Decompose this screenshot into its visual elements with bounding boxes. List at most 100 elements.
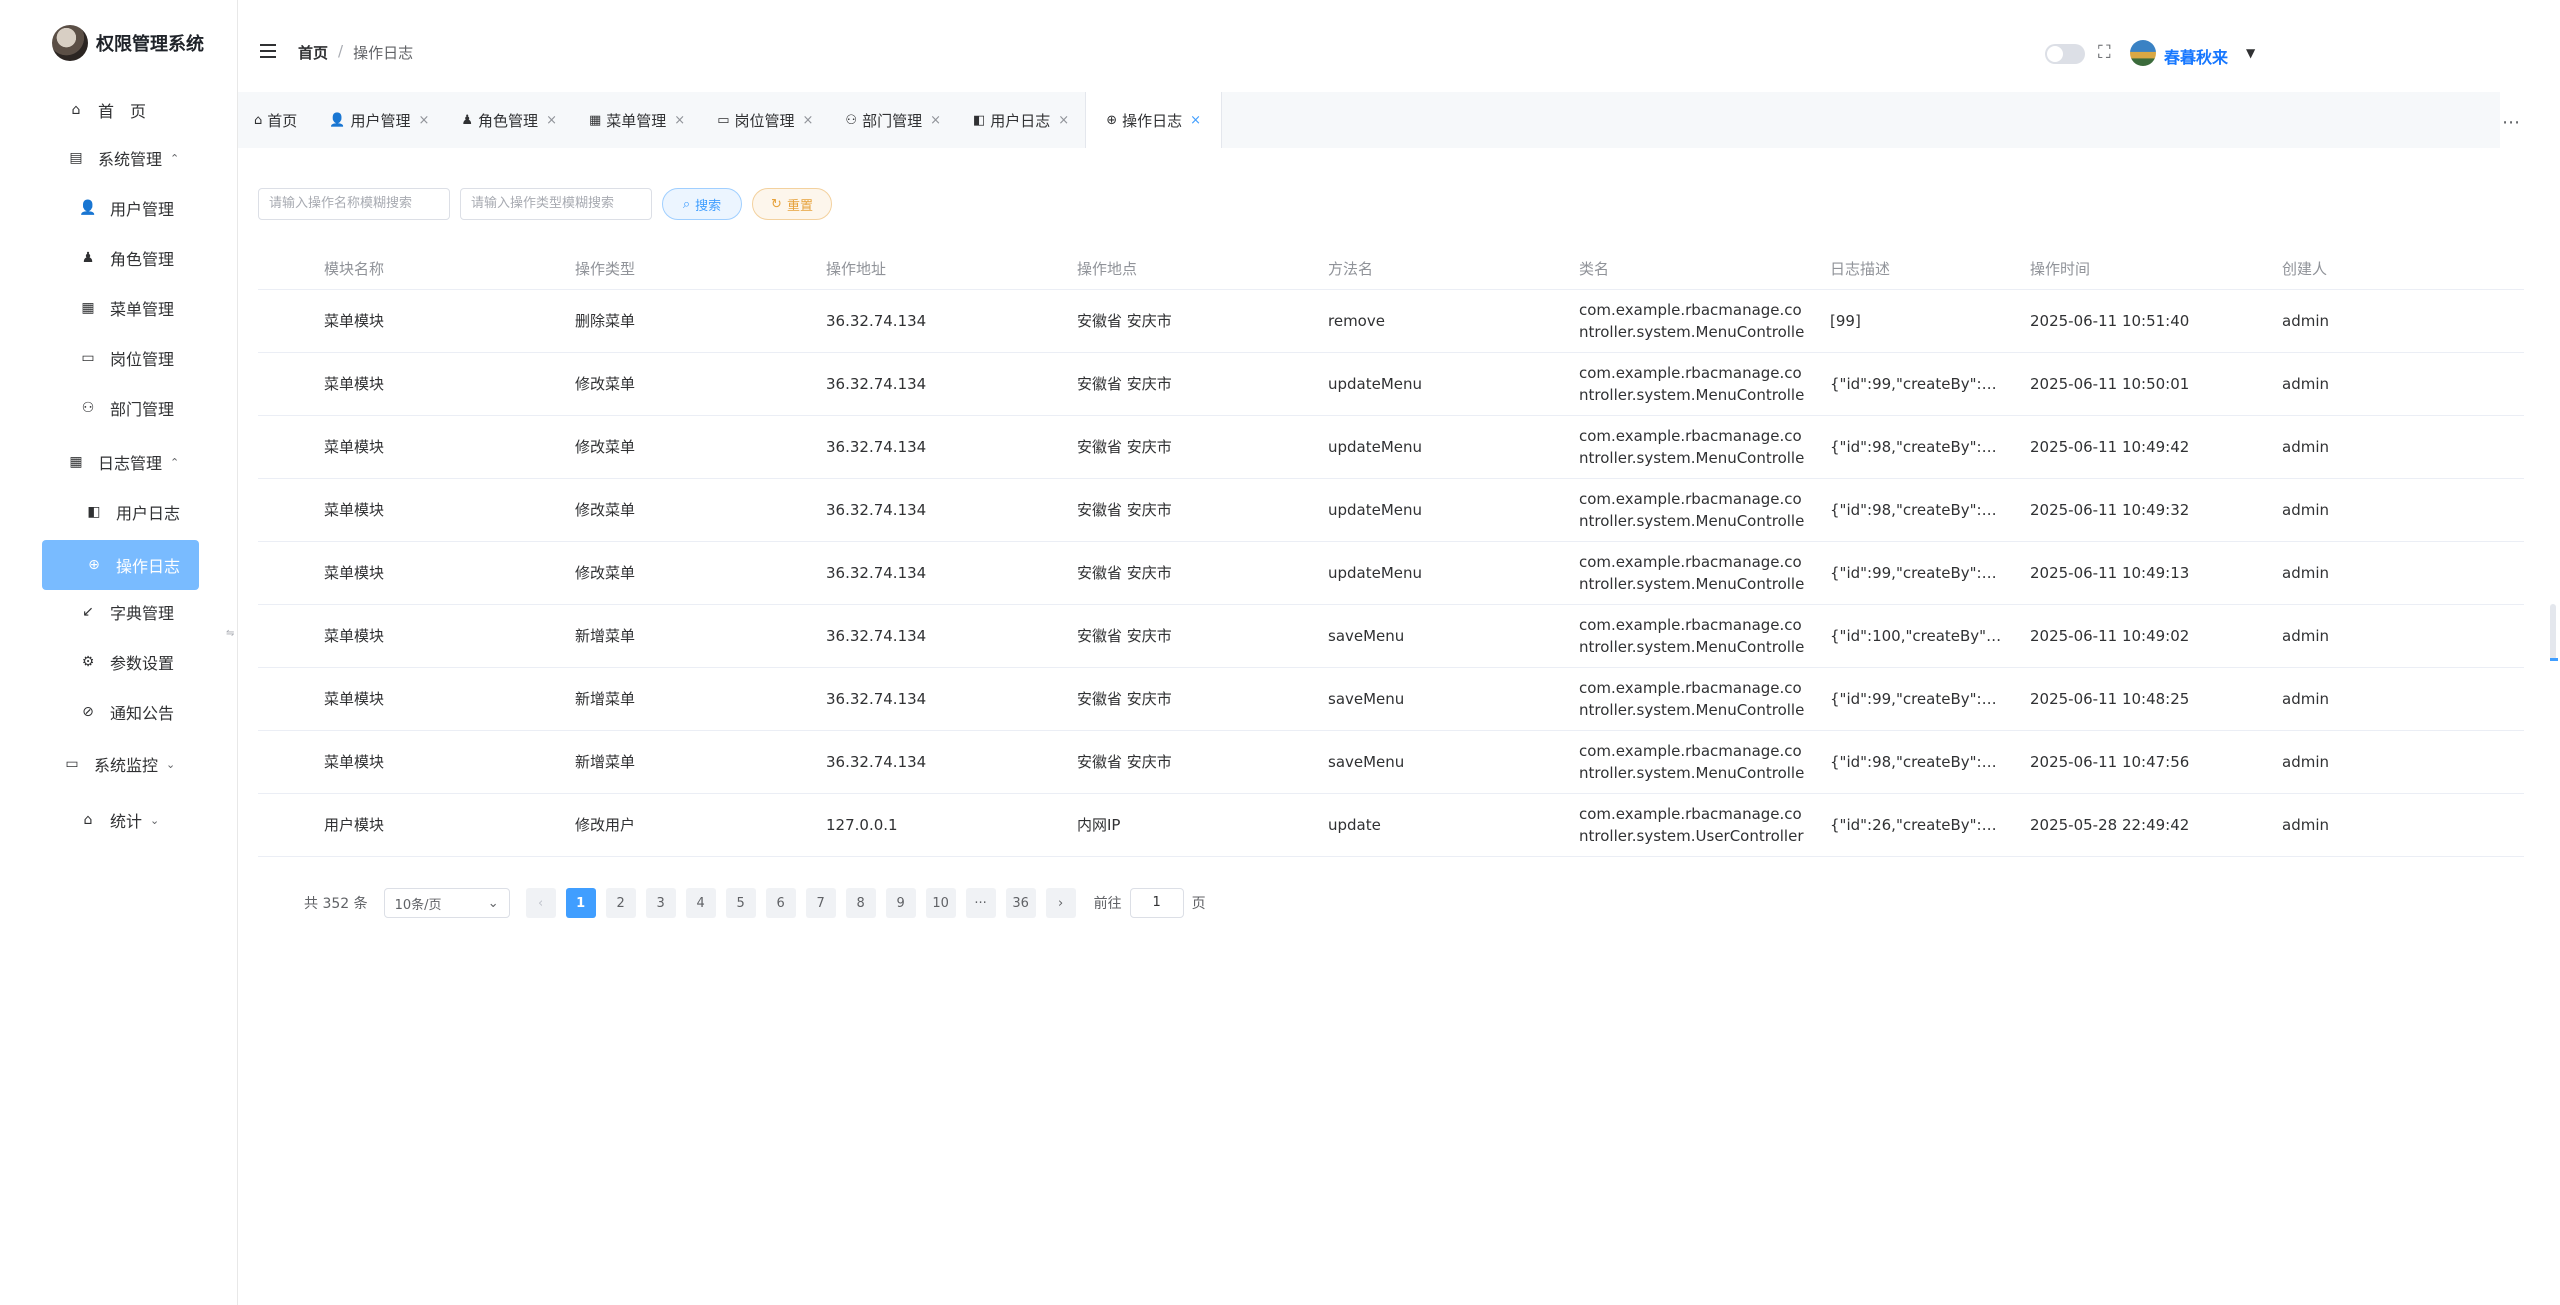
- table-row[interactable]: 菜单模块 修改菜单 36.32.74.134 安徽省 安庆市 updateMenu com…: [258, 353, 2524, 416]
- close-icon[interactable]: ×: [418, 113, 429, 128]
- close-icon[interactable]: ×: [1190, 113, 1201, 128]
- table-cell: 2025-06-11 10:49:42: [2030, 438, 2190, 456]
- table-row[interactable]: 菜单模块 新增菜单 36.32.74.134 安徽省 安庆市 saveMenu com.e…: [258, 731, 2524, 794]
- page-button[interactable]: 7: [805, 888, 836, 918]
- pagination-total: 共 352 条: [304, 896, 368, 912]
- column-header: 操作时间: [2030, 259, 2091, 278]
- table-cell: admin: [2282, 816, 2329, 834]
- caret-down-icon[interactable]: ▼: [2246, 46, 2255, 60]
- close-icon[interactable]: ×: [674, 113, 685, 128]
- sidebar-item-4[interactable]: ♟ 角色管理: [80, 246, 174, 270]
- table-cell: updateMenu: [1328, 501, 1423, 519]
- breadcrumb-home[interactable]: 首页: [298, 42, 328, 63]
- tab-4[interactable]: ▦ 菜单管理 ×: [573, 92, 701, 148]
- table-header: 模块名称 操作类型 操作地址 操作地点 方法名 类名 日志描述 操作时间 创建人: [258, 248, 2524, 290]
- operation-type-search-input[interactable]: 请输入操作类型模糊搜索: [460, 188, 652, 220]
- table-cell: updateMenu: [1328, 564, 1423, 582]
- next-page-button[interactable]: ›: [1045, 888, 1076, 918]
- sidebar-item-1[interactable]: ⌂ 首 页: [68, 98, 146, 122]
- column-header: 创建人: [2282, 259, 2328, 278]
- collapse-handle-icon[interactable]: ⇋: [226, 628, 234, 639]
- search-button[interactable]: ⌕ 搜索: [662, 188, 742, 220]
- table-cell: 用户模块: [324, 816, 385, 834]
- home-icon: ⌂: [71, 102, 81, 118]
- sidebar-item-11[interactable]: ↙ 字典管理: [80, 600, 174, 624]
- table-cell: com.example.rbacmanage.controller.system…: [1579, 301, 1805, 341]
- table-row[interactable]: 菜单模块 新增菜单 36.32.74.134 安徽省 安庆市 saveMenu com.e…: [258, 668, 2524, 731]
- user-avatar[interactable]: [2130, 40, 2156, 66]
- table-row[interactable]: 菜单模块 新增菜单 36.32.74.134 安徽省 安庆市 saveMenu com.e…: [258, 605, 2524, 668]
- goto-page-input[interactable]: 1: [1129, 888, 1184, 918]
- close-icon[interactable]: ×: [546, 113, 557, 128]
- tab-6[interactable]: ⚇ 部门管理 ×: [829, 92, 957, 148]
- breadcrumb-current: 操作日志: [353, 44, 414, 62]
- tab-3[interactable]: ♟ 角色管理 ×: [445, 92, 573, 148]
- username[interactable]: 春暮秋来: [2164, 44, 2228, 68]
- sidebar-item-label: 菜单管理: [110, 300, 175, 319]
- table-row[interactable]: 菜单模块 删除菜单 36.32.74.134 安徽省 安庆市 remove com.exa…: [258, 290, 2524, 353]
- sidebar-item-10[interactable]: ⊕ 操作日志: [42, 540, 199, 590]
- tab-icon: ▭: [717, 112, 730, 128]
- table-row[interactable]: 菜单模块 修改菜单 36.32.74.134 安徽省 安庆市 updateMenu com…: [258, 416, 2524, 479]
- tab-5[interactable]: ▭ 岗位管理 ×: [701, 92, 829, 148]
- scrollbar[interactable]: [2550, 604, 2556, 660]
- sidebar-item-9[interactable]: ◧ 用户日志: [86, 500, 180, 524]
- sidebar-item-12[interactable]: ⚙ 参数设置: [80, 650, 174, 674]
- sidebar-item-5[interactable]: ▦ 菜单管理: [80, 296, 174, 320]
- tab-8[interactable]: ⊕ 操作日志 ×: [1085, 92, 1223, 148]
- sidebar-item-label: 日志管理: [98, 454, 163, 473]
- sidebar-item-label: 参数设置: [110, 654, 175, 673]
- hamburger-icon[interactable]: [260, 44, 276, 58]
- table-cell: {"id":99,"createBy":null,...: [1830, 375, 2004, 393]
- operation-name-search-input[interactable]: 请输入操作名称模糊搜索: [258, 188, 450, 220]
- sidebar-item-14[interactable]: ▭ 系统监控 ⌄: [64, 752, 175, 776]
- search-button-label: 搜索: [695, 198, 722, 214]
- more-pages-button[interactable]: ···: [965, 888, 996, 918]
- page-button[interactable]: 9: [885, 888, 916, 918]
- table-cell: 2025-06-11 10:49:32: [2030, 501, 2190, 519]
- logo[interactable]: 权限管理系统: [52, 24, 204, 62]
- page-size-select[interactable]: 10条/页 ⌄: [383, 888, 510, 918]
- page-button[interactable]: 1: [565, 888, 596, 918]
- table-cell: 2025-06-11 10:50:01: [2030, 375, 2190, 393]
- table-cell: {"id":98,"createBy":null,...: [1830, 753, 2004, 771]
- sidebar-item-8[interactable]: ▦ 日志管理 ⌃: [68, 450, 179, 474]
- table-cell: saveMenu: [1328, 627, 1405, 645]
- sidebar-item-6[interactable]: ▭ 岗位管理: [80, 346, 174, 370]
- theme-toggle[interactable]: [2045, 44, 2085, 64]
- sidebar-item-2[interactable]: ▤ 系统管理 ⌃: [68, 146, 179, 170]
- fullscreen-icon[interactable]: ⛶: [2098, 44, 2116, 62]
- table-cell: 2025-06-11 10:49:02: [2030, 627, 2190, 645]
- table-row[interactable]: 菜单模块 修改菜单 36.32.74.134 安徽省 安庆市 updateMenu com…: [258, 542, 2524, 605]
- page-button[interactable]: 5: [725, 888, 756, 918]
- page-button[interactable]: 6: [765, 888, 796, 918]
- more-icon[interactable]: ⋯: [2502, 112, 2521, 133]
- close-icon[interactable]: ×: [1058, 113, 1069, 128]
- tab-2[interactable]: 👤 用户管理 ×: [313, 92, 445, 148]
- table-row[interactable]: 用户模块 修改用户 127.0.0.1 内网IP update com.example.r…: [258, 794, 2524, 857]
- sidebar-item-13[interactable]: ⊘ 通知公告: [80, 700, 174, 724]
- table-row[interactable]: 菜单模块 修改菜单 36.32.74.134 安徽省 安庆市 updateMenu com…: [258, 479, 2524, 542]
- tab-1[interactable]: ⌂ 首页: [238, 92, 313, 148]
- sidebar-item-7[interactable]: ⚇ 部门管理: [80, 396, 174, 420]
- page-button[interactable]: 3: [645, 888, 676, 918]
- table-cell: 127.0.0.1: [826, 816, 898, 834]
- page-button[interactable]: 10: [925, 888, 956, 918]
- scroll-thumb[interactable]: [2550, 658, 2558, 661]
- table-cell: [99]: [1830, 312, 1861, 330]
- page-button[interactable]: 4: [685, 888, 716, 918]
- sidebar-item-15[interactable]: ⌂ 统计 ⌄: [80, 808, 160, 832]
- close-icon[interactable]: ×: [930, 113, 941, 128]
- tab-icon: ⊕: [1106, 112, 1118, 128]
- sidebar-item-3[interactable]: 👤 用户管理: [79, 196, 174, 220]
- app-title: 权限管理系统: [96, 34, 204, 55]
- tab-label: 操作日志: [1122, 111, 1183, 130]
- prev-page-button[interactable]: ‹: [525, 888, 556, 918]
- close-icon[interactable]: ×: [803, 113, 814, 128]
- page-button[interactable]: 2: [605, 888, 636, 918]
- tab-7[interactable]: ◧ 用户日志 ×: [957, 92, 1085, 148]
- page-button[interactable]: 8: [845, 888, 876, 918]
- reset-button[interactable]: ↻ 重置: [752, 188, 832, 220]
- page-button[interactable]: 36: [1005, 888, 1036, 918]
- table-cell: com.example.rbacmanage.controller.system…: [1579, 553, 1805, 593]
